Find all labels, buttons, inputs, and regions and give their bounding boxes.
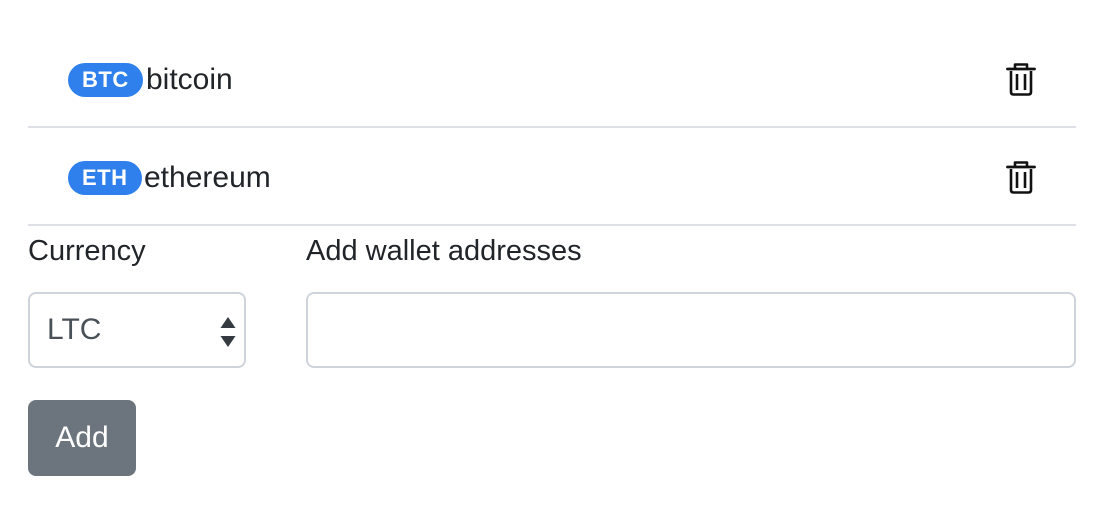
wallet-address-input[interactable] (306, 292, 1076, 368)
currency-select[interactable]: LTC (28, 292, 246, 368)
up-down-arrows-icon (220, 317, 236, 347)
address-label: Add wallet addresses (306, 235, 582, 267)
wallet-manager: BTC bitcoin ETH ethereum Currency Add wa… (0, 0, 1104, 506)
list-item: ETH ethereum (28, 128, 1076, 226)
wallet-name: bitcoin (146, 63, 233, 96)
list-item: BTC bitcoin (28, 30, 1076, 128)
add-button[interactable]: Add (28, 400, 136, 476)
currency-badge: ETH (68, 161, 142, 195)
wallet-name: ethereum (144, 161, 271, 194)
delete-wallet-button[interactable] (1006, 160, 1036, 194)
currency-label: Currency (28, 235, 146, 267)
currency-select-value: LTC (47, 313, 102, 346)
delete-wallet-button[interactable] (1006, 62, 1036, 96)
trash-icon (1006, 161, 1036, 194)
trash-icon (1006, 63, 1036, 96)
wallet-list: BTC bitcoin ETH ethereum (28, 30, 1076, 226)
currency-badge: BTC (68, 63, 143, 97)
